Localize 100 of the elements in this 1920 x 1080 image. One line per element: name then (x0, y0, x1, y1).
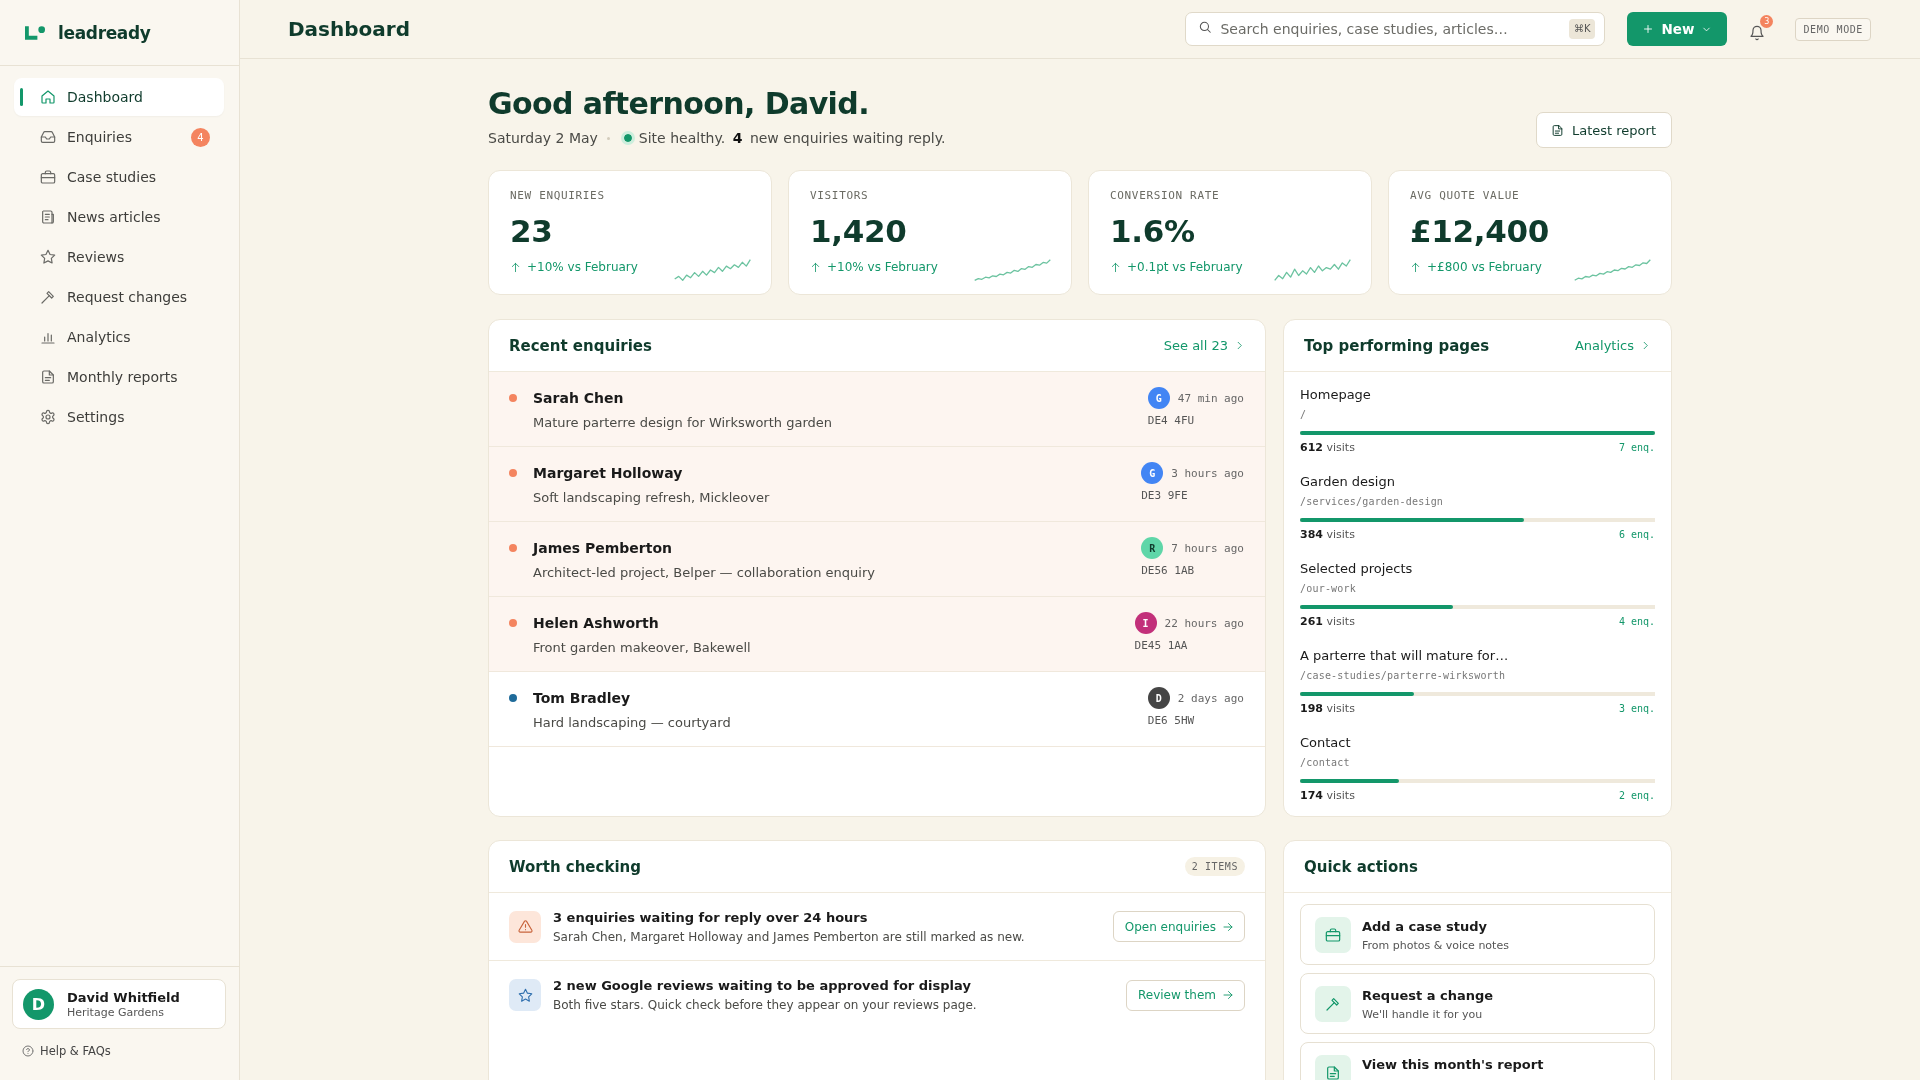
action-button[interactable]: Open enquiries (1112, 911, 1245, 942)
nav-item[interactable]: Request changes (14, 278, 224, 316)
postcode: DE56 1AB (1141, 563, 1195, 579)
source-avatar: I (1134, 612, 1157, 634)
change-text: +0.1pt vs February (1127, 260, 1243, 274)
demo-mode-badge: DEMO MODE (1795, 17, 1871, 41)
enquiry-row[interactable]: Tom Bradley Hard landscaping — courtyard D 2 days ago DE6 5HW (489, 672, 1265, 747)
enquiry-count: 3 enq. (1618, 702, 1655, 716)
newspaper-icon (40, 209, 56, 225)
page-path: /contact (1300, 756, 1350, 770)
page-name: A parterre that will mature for… (1300, 647, 1509, 665)
nav-item[interactable]: Case studies (14, 158, 224, 196)
user-avatar: D (23, 988, 54, 1020)
status-text: Site healthy. 4 new enquiries waiting reply. (638, 129, 946, 148)
action-description: From photos & voice notes (1362, 938, 1509, 953)
action-title: Request a change (1362, 987, 1494, 1004)
briefcase-icon (40, 169, 56, 185)
source-avatar: D (1147, 687, 1170, 709)
arrow-right-icon (1222, 989, 1234, 1001)
date-text: Saturday 2 May (488, 129, 598, 148)
contact-name: James Pemberton (533, 539, 672, 558)
hammer-icon (1315, 986, 1351, 1022)
time-ago: 22 hours ago (1164, 616, 1244, 630)
enquiry-summary: Front garden makeover, Bakewell (533, 639, 751, 657)
nav-item[interactable]: Reviews (14, 238, 224, 276)
stat-label: AVG QUOTE VALUE (1410, 189, 1520, 203)
quick-action-button[interactable]: Add a case study From photos & voice notes (1300, 904, 1655, 965)
page-path: / (1300, 408, 1307, 422)
warning-icon (509, 910, 541, 943)
nav-item[interactable]: Settings (14, 398, 224, 436)
inbox-icon (40, 129, 56, 145)
source-avatar: R (1141, 537, 1164, 559)
quick-action-button[interactable]: Request a change We'll handle it for you (1300, 973, 1655, 1034)
enquiry-row[interactable]: Margaret Holloway Soft landscaping refresh, Mickleover G 3 hours ago DE3 9FE (489, 447, 1265, 522)
enquiry-summary: Mature parterre design for Wirksworth garden (533, 414, 832, 432)
panel-title: Worth checking (509, 857, 641, 876)
account-button[interactable]: D David Whitfield Heritage Gardens (12, 979, 226, 1029)
latest-report-button[interactable]: Latest report (1536, 112, 1672, 148)
enquiry-summary: Hard landscaping — courtyard (533, 714, 731, 732)
stat-value: 23 (510, 212, 553, 250)
enquiry-row[interactable]: James Pemberton Architect-led project, Belper — collaboration enquiry R 7 hours ago DE56 1AB (489, 522, 1265, 597)
hammer-icon (40, 289, 56, 305)
search-icon (1198, 20, 1213, 34)
contact-name: Margaret Holloway (533, 464, 683, 483)
document-icon (40, 369, 56, 385)
help-link[interactable]: Help & FAQs (12, 1043, 111, 1059)
notification-count: 3 (1760, 15, 1774, 28)
analytics-link[interactable]: Analytics (1574, 338, 1651, 353)
page-name: Garden design (1300, 473, 1395, 491)
enquiry-summary: Architect-led project, Belper — collaboration enquiry (533, 564, 875, 582)
contact-name: Sarah Chen (533, 389, 624, 408)
enquiry-count: 2 enq. (1618, 789, 1655, 803)
time-ago: 7 hours ago (1171, 541, 1244, 555)
stat-label: VISITORS (810, 189, 869, 203)
source-avatar: G (1141, 462, 1164, 484)
quick-action-button[interactable]: View this month's report (1300, 1042, 1655, 1080)
time-ago: 47 min ago (1177, 391, 1244, 405)
logo-icon (25, 25, 45, 40)
nav-item[interactable]: Enquiries 4 (14, 118, 224, 156)
page-path: /services/garden-design (1300, 495, 1444, 509)
enquiry-count: 4 enq. (1618, 615, 1655, 629)
enquiry-row[interactable]: Sarah Chen Mature parterre design for Wirksworth garden G 47 min ago DE4 4FU (489, 372, 1265, 447)
stat-value: 1.6% (1110, 212, 1195, 250)
new-button[interactable]: New (1627, 12, 1728, 46)
user-name: David Whitfield (67, 989, 180, 1005)
enquiry-count: 6 enq. (1618, 528, 1655, 542)
enquiry-row[interactable]: Helen Ashworth Front garden makeover, Bakewell I 22 hours ago DE45 1AA (489, 597, 1265, 672)
star-icon (40, 249, 56, 265)
nav-item[interactable]: Analytics (14, 318, 224, 356)
page-heading: Dashboard (288, 17, 410, 41)
shortcut-key: ⌘K (1568, 19, 1596, 39)
company-name: Heritage Gardens (67, 1005, 165, 1019)
bell-icon (1749, 25, 1766, 41)
brand-name: leadready (58, 22, 151, 43)
home-icon (40, 89, 56, 105)
page-name: Selected projects (1300, 560, 1413, 578)
visits-count: 261 visits (1300, 614, 1355, 630)
action-title: View this month's report (1362, 1056, 1544, 1073)
nav-item[interactable]: News articles (14, 198, 224, 236)
page-name: Homepage (1300, 386, 1371, 404)
nav-item[interactable]: Dashboard (14, 78, 224, 116)
document-icon (1551, 123, 1564, 137)
count-badge: 4 (191, 127, 210, 147)
help-icon (22, 1045, 34, 1057)
action-button[interactable]: Review them (1126, 979, 1245, 1011)
source-avatar: G (1147, 387, 1170, 409)
enquiry-summary: Soft landscaping refresh, Mickleover (533, 489, 770, 507)
nav-item[interactable]: Monthly reports (14, 358, 224, 396)
panel-title: Recent enquiries (509, 336, 652, 355)
item-count: 2 ITEMS (1184, 857, 1245, 876)
change-text: +10% vs February (527, 260, 638, 274)
stat-label: CONVERSION RATE (1110, 189, 1220, 203)
enquiry-count: 7 enq. (1618, 441, 1655, 455)
page-path: /our-work (1300, 582, 1356, 596)
postcode: DE6 5HW (1147, 713, 1195, 729)
stat-value: 1,420 (810, 212, 907, 250)
see-all-link[interactable]: See all 23 (1163, 338, 1245, 353)
time-ago: 3 hours ago (1171, 466, 1244, 480)
page-name: Contact (1300, 734, 1351, 752)
briefcase-icon (1315, 917, 1351, 953)
